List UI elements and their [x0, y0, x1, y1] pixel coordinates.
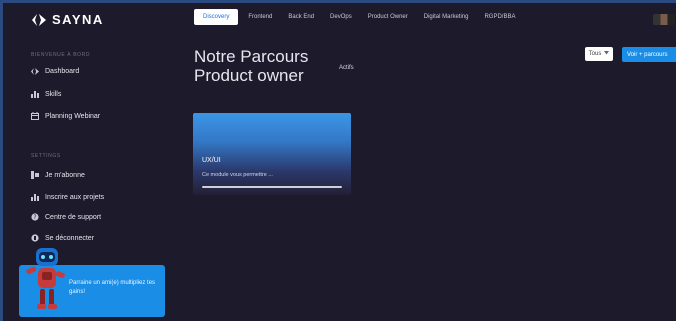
sidebar-item-planning-webinar[interactable]: Planning Webinar	[31, 112, 100, 120]
sidebar-item-logout[interactable]: Se déconnecter	[31, 234, 94, 242]
robot-mascot-icon	[22, 244, 70, 314]
filter-select-value: Tous	[588, 51, 602, 57]
sidebar-item-subscribe[interactable]: Je m'abonne	[31, 171, 85, 179]
subscribe-icon	[31, 171, 39, 179]
tab-devops[interactable]: DevOps	[324, 9, 358, 25]
chevron-down-icon	[604, 51, 610, 57]
sidebar-item-skills[interactable]: Skills	[31, 90, 61, 98]
course-card[interactable]: UX/UI Ce module vous permettre ...	[193, 113, 351, 195]
sidebar-section-title-settings: SETTINGS	[31, 153, 61, 159]
tab-product-owner[interactable]: Product Owner	[362, 9, 414, 25]
course-progress-bar	[202, 186, 342, 188]
sidebar-section-title-welcome: BIENVENUE À BORD	[31, 52, 91, 58]
course-card-description: Ce module vous permettre ...	[202, 172, 273, 178]
logo-text: SAYNA	[52, 12, 104, 27]
course-progress-fill	[202, 186, 342, 188]
sidebar-item-label: Skills	[45, 90, 62, 98]
svg-text:?: ?	[33, 214, 36, 221]
referral-promo-text: Parraine un ami(e) multipliez tes gains!	[69, 280, 156, 295]
sidebar-item-support[interactable]: ? Centre de support	[31, 213, 101, 221]
logout-icon	[31, 234, 39, 242]
sidebar-item-label: Centre de support	[45, 213, 102, 221]
tab-digital-marketing[interactable]: Digital Marketing	[418, 9, 475, 25]
tab-back-end[interactable]: Back End	[282, 9, 320, 25]
sidebar-item-label: Inscrire aux projets	[45, 193, 105, 201]
sidebar-item-projects[interactable]: Inscrire aux projets	[31, 193, 104, 201]
see-more-courses-button[interactable]: Voir + parcours	[622, 47, 676, 62]
sidebar-item-label: Dashboard	[45, 67, 80, 75]
nav-tabs: Discovery Frontend Back End DevOps Produ…	[194, 9, 521, 25]
sayna-logo-icon	[31, 67, 39, 75]
filter-select[interactable]: Tous	[585, 47, 613, 61]
status-label: Actifs	[339, 65, 354, 71]
avatar[interactable]	[653, 14, 675, 25]
top-bar: SAYNA Discovery Frontend Back End DevOps…	[3, 3, 676, 36]
page-title-line1: Notre Parcours	[194, 47, 309, 66]
tab-discovery[interactable]: Discovery	[194, 9, 239, 25]
sidebar-item-dashboard[interactable]: Dashboard	[31, 67, 79, 75]
page-title: Notre Parcours Product owner	[194, 47, 308, 85]
tab-frontend[interactable]: Frontend	[242, 9, 278, 25]
bar-chart-icon	[31, 193, 39, 201]
sidebar-item-label: Planning Webinar	[45, 112, 101, 120]
sayna-logo-icon	[32, 13, 46, 26]
page-title-line2: Product owner	[194, 66, 304, 85]
sidebar-item-label: Je m'abonne	[45, 171, 85, 179]
logo[interactable]: SAYNA	[32, 12, 104, 27]
bar-chart-icon	[31, 90, 39, 98]
sidebar-item-label: Se déconnecter	[45, 234, 95, 242]
calendar-icon	[31, 112, 39, 120]
tab-rgpd-bba[interactable]: RGPD/BBA	[478, 9, 521, 25]
help-icon: ?	[31, 213, 39, 221]
course-card-title: UX/UI	[202, 157, 221, 164]
